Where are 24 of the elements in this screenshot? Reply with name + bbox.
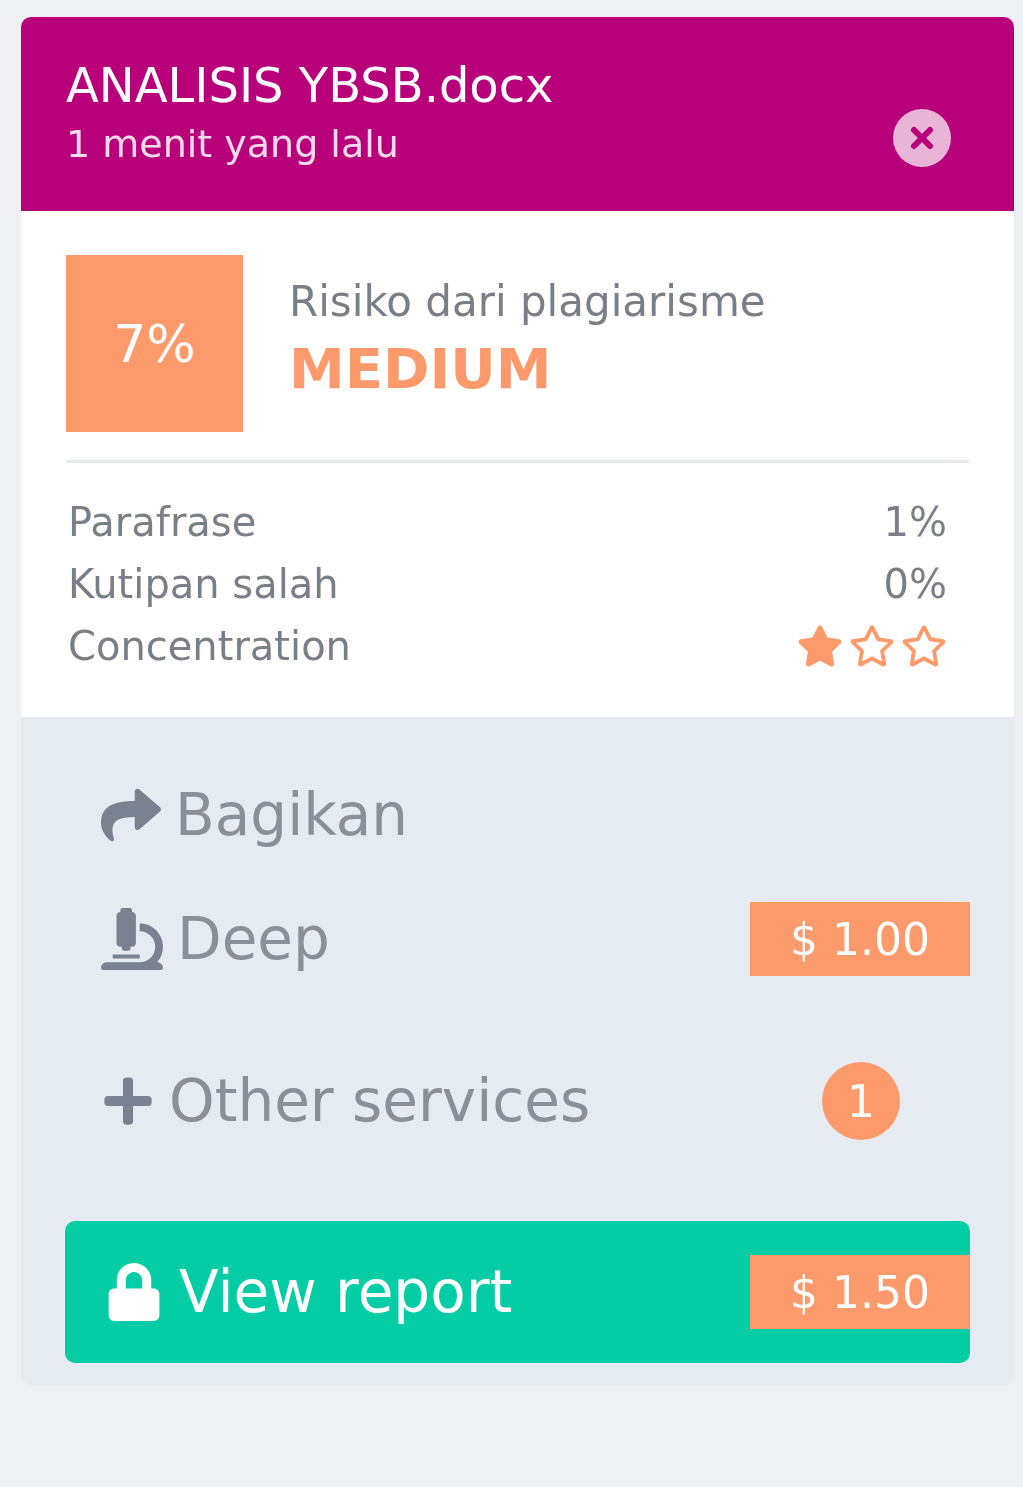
file-title: ANALISIS YBSB.docx [66,57,554,113]
filled-star-icon [797,623,843,669]
metric-value: 1% [883,499,947,545]
close-button[interactable] [893,109,951,167]
risk-label: Risiko dari plagiarisme [289,277,766,326]
empty-star-icon [849,623,895,669]
empty-star-icon [901,623,947,669]
metric-label: Kutipan salah [68,561,339,607]
action-link[interactable]: Other services [101,1067,591,1135]
plus-icon [101,1074,155,1128]
action-link[interactable]: Bagikan [101,781,409,849]
microscope-icon [101,908,163,970]
timestamp: 1 menit yang lalu [66,121,400,167]
close-icon [909,125,935,151]
count-badge: 1 [822,1062,900,1140]
risk-score: 7% [66,255,243,432]
metric-label: Parafrase [68,499,257,545]
price-tag: $ 1.50 [750,1255,970,1329]
action-link[interactable]: Deep [101,905,330,973]
metric-value: 0% [883,561,947,607]
view-report-button[interactable]: View report $ 1.50 [65,1221,970,1363]
risk-level: MEDIUM [289,336,553,401]
price-tag: $ 1.00 [750,902,970,976]
metric-label: Concentration [68,623,351,669]
